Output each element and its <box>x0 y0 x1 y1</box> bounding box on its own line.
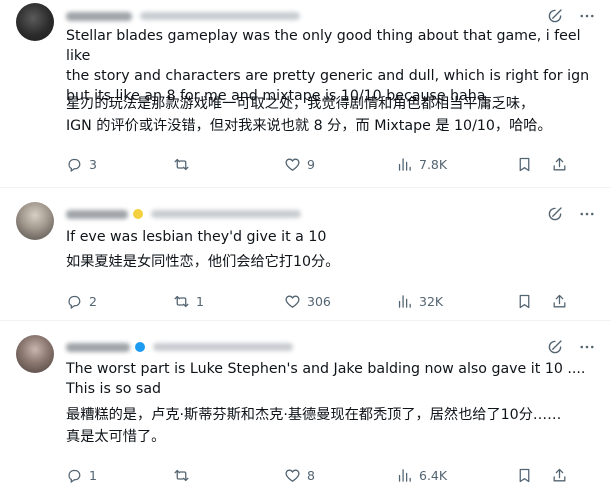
bookmark-button[interactable] <box>516 467 533 484</box>
repost-icon <box>173 467 190 484</box>
bookmark-icon <box>516 156 533 173</box>
repost-button[interactable] <box>173 156 196 173</box>
post[interactable]: The worst part is Luke Stephen's and Jak… <box>0 321 611 493</box>
reply-count: 3 <box>89 156 97 172</box>
repost-button[interactable] <box>173 467 196 484</box>
views-chart-icon <box>396 467 413 484</box>
post-header <box>66 6 597 26</box>
bookmark-icon <box>516 467 533 484</box>
views-chart-icon <box>396 293 413 310</box>
post[interactable]: Stellar blades gameplay was the only goo… <box>0 0 611 188</box>
reply-button[interactable]: 1 <box>66 467 97 484</box>
like-button[interactable]: 9 <box>284 156 315 173</box>
post-text: The worst part is Luke Stephen's and Jak… <box>66 361 586 397</box>
more-icon[interactable] <box>577 337 597 357</box>
header-actions <box>545 6 597 26</box>
like-button[interactable]: 8 <box>284 467 315 484</box>
avatar[interactable] <box>16 335 54 373</box>
repost-count: 1 <box>196 293 204 309</box>
share-icon <box>551 293 568 310</box>
grok-icon[interactable] <box>545 6 565 26</box>
view-count: 7.8K <box>419 156 448 172</box>
header-actions <box>545 204 597 224</box>
share-button[interactable] <box>551 156 568 173</box>
view-count: 32K <box>419 293 444 309</box>
views-button[interactable]: 32K <box>396 293 443 310</box>
post-header <box>66 204 597 224</box>
like-count: 8 <box>307 467 315 483</box>
share-icon <box>551 467 568 484</box>
repost-icon <box>173 293 190 310</box>
handle-redacted <box>140 12 300 20</box>
share-button[interactable] <box>551 293 568 310</box>
display-name-redacted[interactable] <box>66 11 132 21</box>
reply-count: 2 <box>89 293 97 309</box>
post-translation: 星刃的玩法是那款游戏唯一可取之处，我觉得剧情和角色都相当平庸乏味， IGN 的评… <box>66 96 552 134</box>
verified-badge-icon <box>135 342 145 352</box>
reply-button[interactable]: 3 <box>66 156 97 173</box>
header-actions <box>545 337 597 357</box>
bookmark-icon <box>516 293 533 310</box>
more-icon[interactable] <box>577 204 597 224</box>
bookmark-button[interactable] <box>516 156 533 173</box>
display-name-redacted[interactable] <box>66 342 130 352</box>
avatar[interactable] <box>16 3 54 41</box>
reply-count: 1 <box>89 467 97 483</box>
post-translation: 最糟糕的是，卢克·斯蒂芬斯和杰克·基德曼现在都秃顶了，居然也给了10分…… 真是… <box>66 407 562 445</box>
view-count: 6.4K <box>419 467 448 483</box>
post-translation: 如果夏娃是女同性恋，他们会给它打10分。 <box>66 254 340 270</box>
action-bar: 3 9 7.8K <box>66 154 597 174</box>
reply-icon <box>66 293 83 310</box>
views-button[interactable]: 7.8K <box>396 156 447 173</box>
action-bar: 2 1 306 32K <box>66 291 597 311</box>
post-header <box>66 337 597 357</box>
display-name-redacted[interactable] <box>66 209 128 219</box>
like-button[interactable]: 306 <box>284 293 331 310</box>
handle-redacted <box>153 343 293 351</box>
heart-icon <box>284 293 301 310</box>
more-icon[interactable] <box>577 6 597 26</box>
heart-icon <box>284 156 301 173</box>
grok-icon[interactable] <box>545 337 565 357</box>
like-count: 306 <box>307 293 331 309</box>
reply-button[interactable]: 2 <box>66 293 97 310</box>
like-count: 9 <box>307 156 315 172</box>
views-button[interactable]: 6.4K <box>396 467 447 484</box>
share-icon <box>551 156 568 173</box>
reply-icon <box>66 156 83 173</box>
views-chart-icon <box>396 156 413 173</box>
repost-icon <box>173 156 190 173</box>
post[interactable]: If eve was lesbian they'd give it a 10 如… <box>0 188 611 321</box>
verified-badge-icon <box>133 209 143 219</box>
grok-icon[interactable] <box>545 204 565 224</box>
share-button[interactable] <box>551 467 568 484</box>
bookmark-button[interactable] <box>516 293 533 310</box>
handle-redacted <box>151 210 301 218</box>
avatar[interactable] <box>16 202 54 240</box>
heart-icon <box>284 467 301 484</box>
reply-icon <box>66 467 83 484</box>
repost-button[interactable]: 1 <box>173 293 204 310</box>
post-text: If eve was lesbian they'd give it a 10 <box>66 229 327 245</box>
action-bar: 1 8 6.4K <box>66 465 597 485</box>
